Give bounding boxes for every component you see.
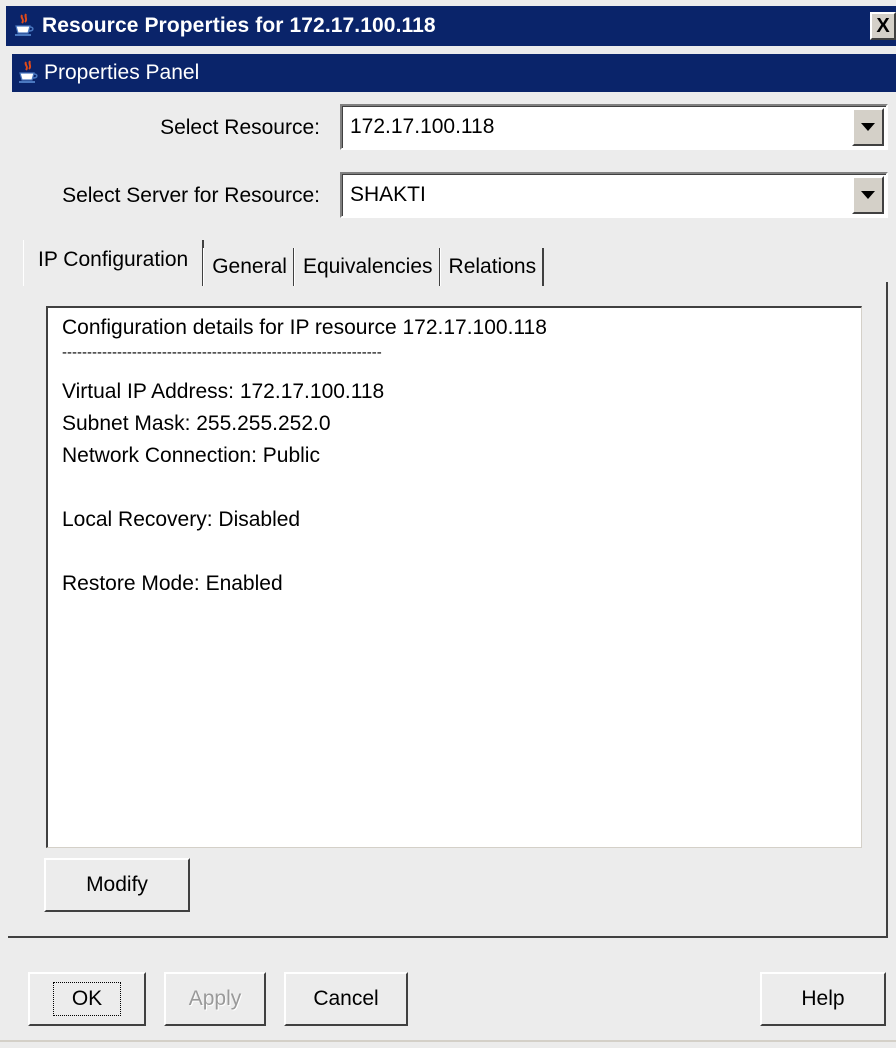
details-local-recovery: Local Recovery: Disabled: [62, 508, 301, 531]
tab-panel-edge: [886, 282, 888, 286]
select-server-value: SHAKTI: [350, 183, 426, 206]
details-virtual-ip: Virtual IP Address: 172.17.100.118: [62, 380, 385, 403]
apply-button[interactable]: Apply: [164, 972, 266, 1026]
configuration-details-textarea[interactable]: Configuration details for IP resource 17…: [46, 306, 862, 848]
ok-button-label: OK: [52, 982, 122, 1016]
close-button[interactable]: X: [870, 12, 896, 40]
details-subnet-mask: Subnet Mask: 255.255.252.0: [62, 412, 331, 435]
java-cup-icon: [16, 59, 40, 87]
select-resource-dropdown-button[interactable]: [852, 108, 884, 146]
details-separator: ----------------------------------------…: [62, 344, 382, 361]
tab-strip: IP Configuration General Equivalencies R…: [24, 240, 545, 286]
properties-panel-header: Properties Panel: [12, 54, 896, 92]
panel-title: Properties Panel: [44, 61, 200, 84]
tab-ip-configuration[interactable]: IP Configuration: [24, 240, 205, 286]
java-cup-icon: [12, 12, 36, 40]
ok-button[interactable]: OK: [28, 972, 146, 1026]
select-resource-label: Select Resource:: [160, 116, 320, 139]
cancel-button-label: Cancel: [313, 987, 379, 1010]
details-restore-mode: Restore Mode: Enabled: [62, 572, 283, 595]
details-network-connection: Network Connection: Public: [62, 444, 320, 467]
apply-button-label: Apply: [188, 987, 242, 1010]
tab-equivalencies[interactable]: Equivalencies: [295, 248, 441, 286]
select-resource-combo[interactable]: 172.17.100.118: [340, 104, 888, 150]
select-server-label: Select Server for Resource:: [62, 184, 320, 207]
cancel-button[interactable]: Cancel: [284, 972, 408, 1026]
help-button[interactable]: Help: [760, 972, 886, 1026]
modify-button[interactable]: Modify: [44, 858, 190, 912]
title-bar[interactable]: Resource Properties for 172.17.100.118 X: [6, 6, 896, 46]
tab-general[interactable]: General: [204, 248, 295, 286]
select-server-combo[interactable]: SHAKTI: [340, 172, 888, 218]
modify-button-label: Modify: [86, 873, 148, 896]
select-resource-value: 172.17.100.118: [350, 115, 495, 138]
close-icon: X: [876, 15, 890, 37]
tab-relations[interactable]: Relations: [441, 248, 545, 286]
chevron-down-icon: [861, 123, 875, 131]
resource-properties-window: Resource Properties for 172.17.100.118 X…: [0, 0, 896, 1048]
window-title: Resource Properties for 172.17.100.118: [42, 14, 436, 37]
bottom-divider: [0, 1040, 896, 1042]
help-button-label: Help: [801, 987, 845, 1010]
details-heading: Configuration details for IP resource 17…: [62, 316, 547, 339]
select-server-dropdown-button[interactable]: [852, 176, 884, 214]
chevron-down-icon: [861, 191, 875, 199]
